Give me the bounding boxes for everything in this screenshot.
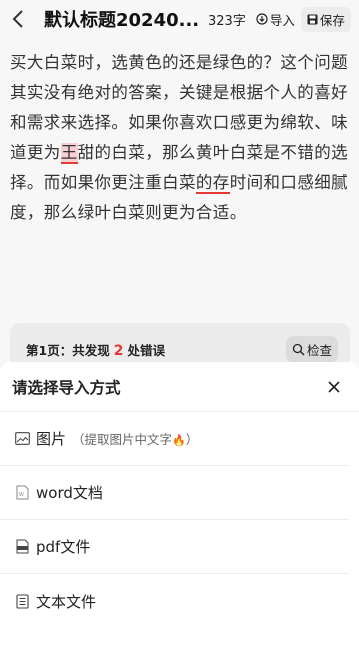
fire-icon: 🔥 bbox=[172, 434, 186, 447]
back-button[interactable] bbox=[0, 0, 36, 38]
import-label: 导入 bbox=[269, 12, 295, 28]
word-doc-icon: W bbox=[14, 485, 30, 501]
chevron-left-icon bbox=[12, 10, 23, 28]
error-summary-text: 第1页：共发现 2 处错误 bbox=[26, 340, 165, 359]
save-label: 保存 bbox=[319, 12, 345, 28]
save-button[interactable]: 保存 bbox=[300, 6, 351, 32]
check-label: 检查 bbox=[306, 342, 332, 358]
option-text-file[interactable]: 文本文件 bbox=[0, 574, 349, 628]
option-pdf-label: pdf文件 bbox=[36, 538, 91, 556]
search-icon bbox=[292, 343, 305, 355]
top-bar: 默认标题20240... 323字 导入 保存 bbox=[0, 0, 359, 38]
sheet-header: 请选择导入方式 bbox=[0, 362, 359, 412]
sheet-title: 请选择导入方式 bbox=[12, 378, 121, 397]
close-icon bbox=[328, 380, 340, 393]
option-image-label: 图片 bbox=[36, 430, 67, 448]
import-sheet: 请选择导入方式 图片 （提取图片中文字🔥） W word文档 pdf文件 文本文… bbox=[0, 362, 359, 650]
option-word-label: word文档 bbox=[36, 484, 103, 502]
option-pdf[interactable]: pdf文件 bbox=[0, 520, 349, 574]
error-highlight-2[interactable]: 的存 bbox=[195, 173, 230, 194]
text-file-icon bbox=[14, 593, 30, 609]
error-count: 2 bbox=[113, 342, 124, 359]
document-title[interactable]: 默认标题20240... bbox=[44, 6, 200, 32]
article-text[interactable]: 买大白菜时，选黄色的还是绿色的？这个问题其实没有绝对的答案，关键是根据个人的喜好… bbox=[10, 48, 354, 228]
option-word[interactable]: W word文档 bbox=[0, 466, 349, 520]
option-image-hint: （提取图片中文字🔥） bbox=[72, 432, 199, 447]
svg-text:W: W bbox=[19, 492, 24, 498]
error-suffix: 处错误 bbox=[127, 342, 165, 358]
import-icon bbox=[256, 13, 268, 25]
pdf-icon bbox=[14, 539, 30, 555]
close-button[interactable] bbox=[323, 376, 345, 398]
import-button[interactable]: 导入 bbox=[256, 10, 295, 29]
error-prefix: 第1页：共发现 bbox=[26, 342, 110, 358]
word-count: 323字 bbox=[208, 13, 246, 29]
save-icon bbox=[307, 14, 318, 24]
error-highlight-1[interactable]: 王 bbox=[60, 143, 78, 164]
image-icon bbox=[14, 431, 30, 447]
check-button[interactable]: 检查 bbox=[285, 335, 338, 363]
option-image[interactable]: 图片 （提取图片中文字🔥） bbox=[0, 412, 349, 466]
option-text-file-label: 文本文件 bbox=[36, 592, 97, 611]
